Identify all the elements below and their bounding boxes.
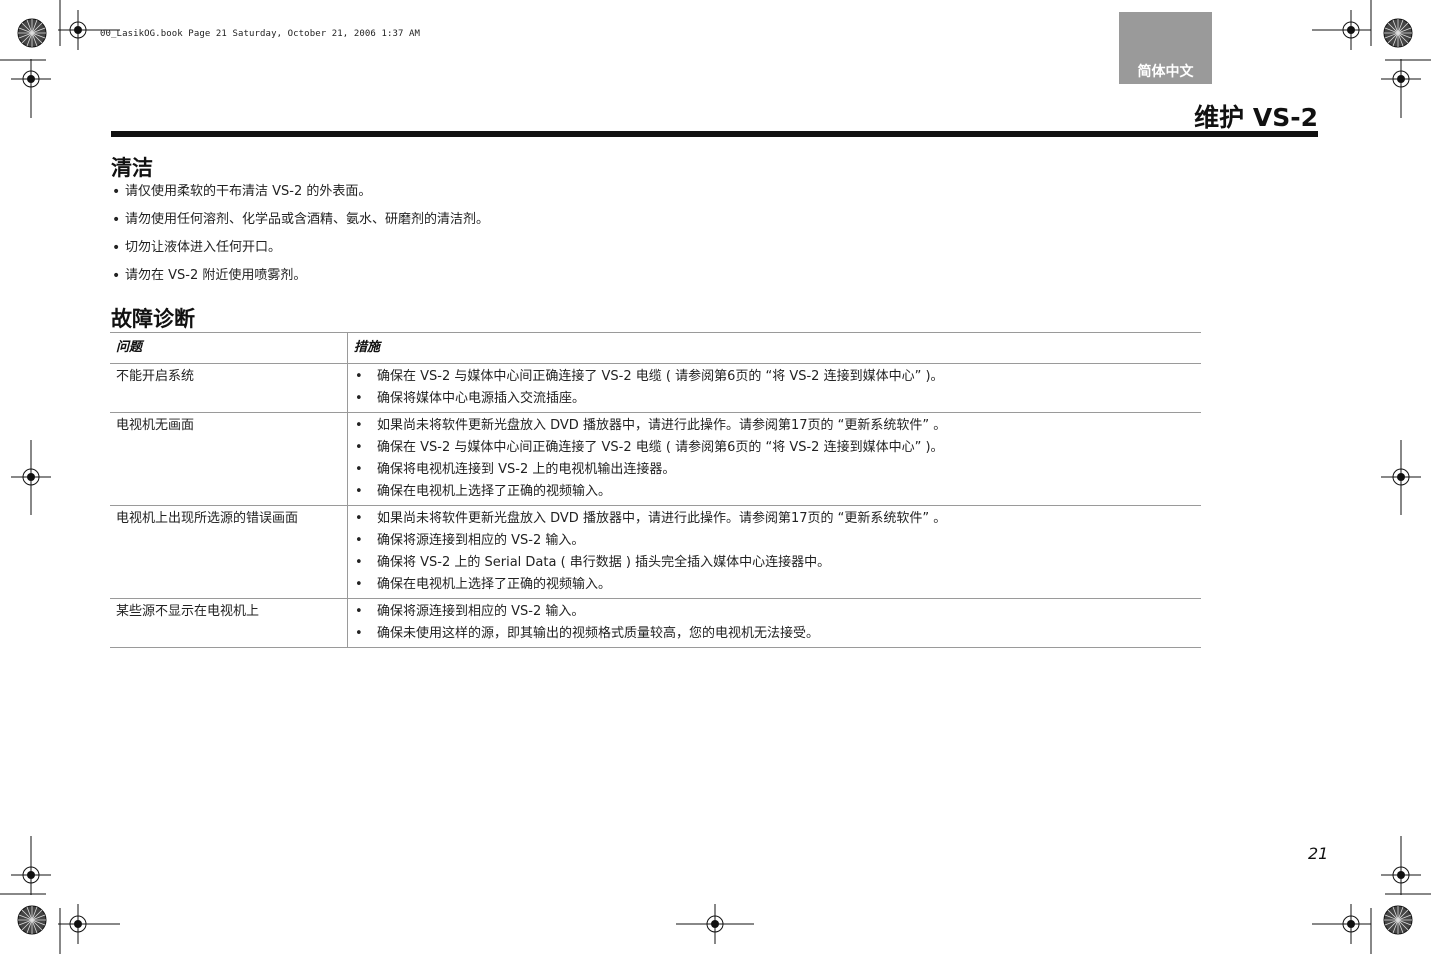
action-item: • 确保将媒体中心电源插入交流插座。: [354, 388, 1201, 410]
troubleshooting-table: 问题 措施 不能开启系统 • 确保在 VS-2 与媒体中心间正确连接了 VS-2 …: [110, 332, 1201, 648]
action-item: • 确保将源连接到相应的 VS-2 输入。: [354, 601, 1201, 623]
action-text: 确保将源连接到相应的 VS-2 输入。: [377, 533, 585, 548]
action-item: • 如果尚未将软件更新光盘放入 DVD 播放器中，请进行此操作。请参阅第17页的 …: [354, 508, 1201, 530]
action-text: 确保将电视机连接到 VS-2 上的电视机输出连接器。: [377, 462, 676, 477]
action-text: 确保将源连接到相应的 VS-2 输入。: [377, 604, 585, 619]
table-header-row: 问题 措施: [110, 332, 1201, 364]
list-item: • 切勿让液体进入任何开口。: [111, 239, 489, 267]
action-item: • 确保在电视机上选择了正确的视频输入。: [354, 574, 1201, 596]
bullet-icon: •: [112, 268, 121, 284]
actions-cell: • 确保将源连接到相应的 VS-2 输入。 • 确保未使用这样的源，即其输出的视频格…: [347, 598, 1201, 648]
table-row: 某些源不显示在电视机上 • 确保将源连接到相应的 VS-2 输入。 • 确保未使用这…: [110, 598, 1201, 648]
cleaning-heading: 清洁: [111, 156, 153, 180]
bullet-icon: •: [355, 604, 363, 619]
bullet-icon: •: [355, 626, 363, 641]
troubleshooting-heading: 故障诊断: [111, 307, 195, 331]
problem-cell: 不能开启系统: [110, 363, 348, 413]
action-item: • 确保未使用这样的源，即其输出的视频格式质量较高，您的电视机无法接受。: [354, 623, 1201, 645]
action-text: 如果尚未将软件更新光盘放入 DVD 播放器中，请进行此操作。请参阅第17页的 “…: [377, 511, 947, 526]
action-item: • 确保将源连接到相应的 VS-2 输入。: [354, 530, 1201, 552]
book-meta-line: 00_LasikOG.book Page 21 Saturday, Octobe…: [100, 29, 421, 39]
actions-cell: • 如果尚未将软件更新光盘放入 DVD 播放器中，请进行此操作。请参阅第17页的 …: [347, 412, 1201, 506]
problem-cell: 电视机上出现所选源的错误画面: [110, 505, 348, 599]
action-text: 确保在 VS-2 与媒体中心间正确连接了 VS-2 电缆 ( 请参阅第6页的 “…: [377, 440, 944, 455]
action-text: 确保在 VS-2 与媒体中心间正确连接了 VS-2 电缆 ( 请参阅第6页的 “…: [377, 369, 944, 384]
action-text: 确保将 VS-2 上的 Serial Data ( 串行数据 ) 插头完全插入媒…: [377, 555, 831, 570]
actions-cell: • 确保在 VS-2 与媒体中心间正确连接了 VS-2 电缆 ( 请参阅第6页的 …: [347, 363, 1201, 413]
table-row: 不能开启系统 • 确保在 VS-2 与媒体中心间正确连接了 VS-2 电缆 ( 请…: [110, 363, 1201, 413]
actions-cell: • 如果尚未将软件更新光盘放入 DVD 播放器中，请进行此操作。请参阅第17页的 …: [347, 505, 1201, 599]
list-item-text: 请勿在 VS-2 附近使用喷雾剂。: [125, 268, 307, 283]
bullet-icon: •: [112, 184, 121, 200]
title-rule: [111, 131, 1318, 137]
bullet-icon: •: [355, 511, 363, 526]
list-item-text: 请仅使用柔软的干布清洁 VS-2 的外表面。: [125, 184, 372, 199]
list-item-text: 请勿使用任何溶剂、化学品或含酒精、氨水、研磨剂的清洁剂。: [125, 212, 490, 227]
action-item: • 确保将 VS-2 上的 Serial Data ( 串行数据 ) 插头完全插入…: [354, 552, 1201, 574]
bullet-icon: •: [355, 555, 363, 570]
bullet-icon: •: [355, 418, 363, 433]
bullet-icon: •: [112, 212, 121, 228]
bullet-icon: •: [355, 391, 363, 406]
bullet-icon: •: [355, 369, 363, 384]
action-item: • 如果尚未将软件更新光盘放入 DVD 播放器中，请进行此操作。请参阅第17页的 …: [354, 415, 1201, 437]
cleaning-list: • 请仅使用柔软的干布清洁 VS-2 的外表面。 • 请勿使用任何溶剂、化学品或含酒…: [111, 183, 489, 295]
action-text: 确保在电视机上选择了正确的视频输入。: [377, 484, 612, 499]
column-header-action: 措施: [347, 332, 1201, 364]
language-tab-label: 简体中文: [1137, 64, 1194, 80]
action-text: 确保将媒体中心电源插入交流插座。: [377, 391, 586, 406]
list-item: • 请勿使用任何溶剂、化学品或含酒精、氨水、研磨剂的清洁剂。: [111, 211, 489, 239]
column-header-problem: 问题: [110, 332, 348, 364]
problem-cell: 某些源不显示在电视机上: [110, 598, 348, 648]
table-row: 电视机上出现所选源的错误画面 • 如果尚未将软件更新光盘放入 DVD 播放器中，请…: [110, 505, 1201, 599]
action-item: • 确保将电视机连接到 VS-2 上的电视机输出连接器。: [354, 459, 1201, 481]
bullet-icon: •: [355, 462, 363, 477]
action-item: • 确保在 VS-2 与媒体中心间正确连接了 VS-2 电缆 ( 请参阅第6页的 …: [354, 366, 1201, 388]
action-text: 确保未使用这样的源，即其输出的视频格式质量较高，您的电视机无法接受。: [377, 626, 820, 641]
table-row: 电视机无画面 • 如果尚未将软件更新光盘放入 DVD 播放器中，请进行此操作。请参…: [110, 412, 1201, 506]
list-item: • 请勿在 VS-2 附近使用喷雾剂。: [111, 267, 489, 295]
language-tab: 简体中文: [1119, 12, 1212, 84]
bullet-icon: •: [355, 440, 363, 455]
bullet-icon: •: [355, 484, 363, 499]
list-item-text: 切勿让液体进入任何开口。: [125, 240, 282, 255]
list-item: • 请仅使用柔软的干布清洁 VS-2 的外表面。: [111, 183, 489, 211]
action-item: • 确保在 VS-2 与媒体中心间正确连接了 VS-2 电缆 ( 请参阅第6页的 …: [354, 437, 1201, 459]
bullet-icon: •: [112, 240, 121, 256]
bullet-icon: •: [355, 577, 363, 592]
action-text: 确保在电视机上选择了正确的视频输入。: [377, 577, 612, 592]
bullet-icon: •: [355, 533, 363, 548]
page-title: 维护 VS-2: [1194, 103, 1318, 132]
action-item: • 确保在电视机上选择了正确的视频输入。: [354, 481, 1201, 503]
action-text: 如果尚未将软件更新光盘放入 DVD 播放器中，请进行此操作。请参阅第17页的 “…: [377, 418, 947, 433]
page-number: 21: [1308, 844, 1329, 863]
problem-cell: 电视机无画面: [110, 412, 348, 506]
